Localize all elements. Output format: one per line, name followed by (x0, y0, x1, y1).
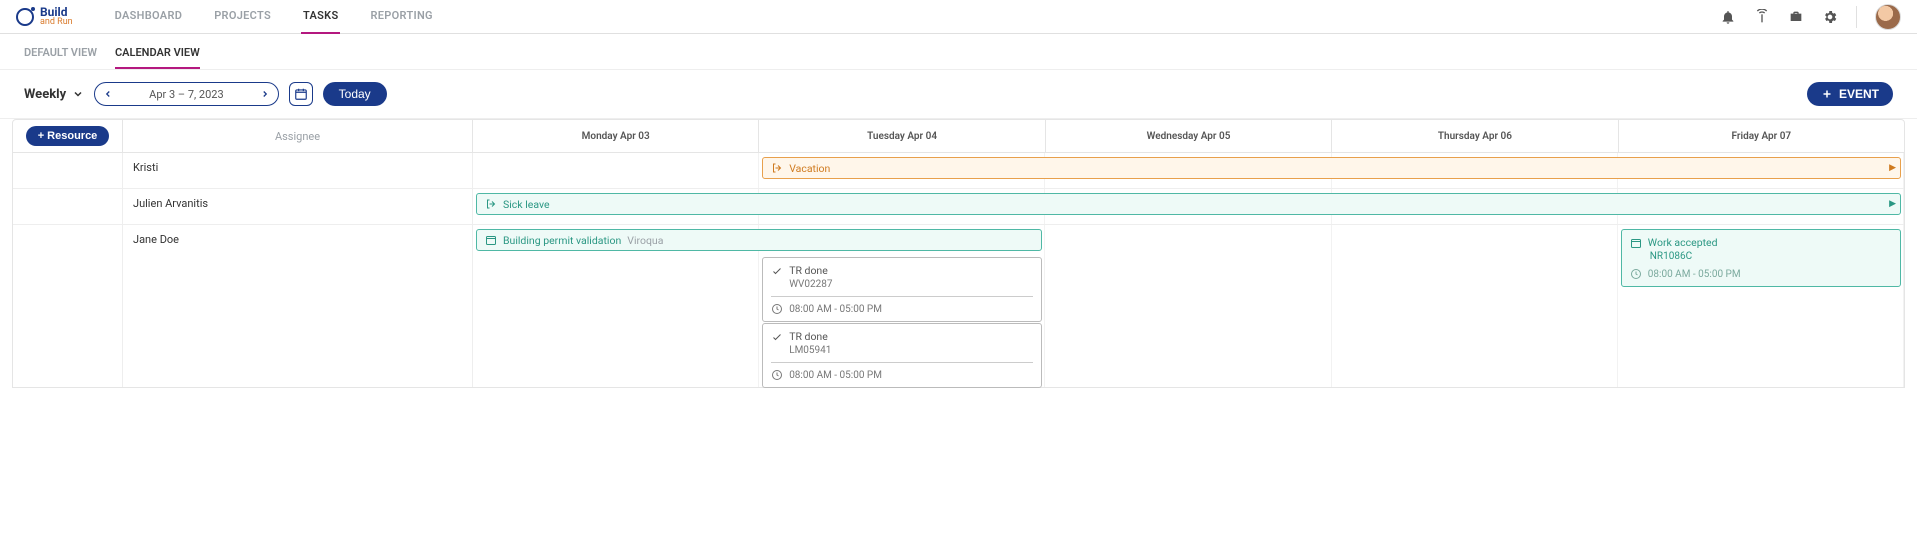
events-layer: Vacation ▶ (473, 153, 1904, 188)
briefcase-icon[interactable] (1788, 9, 1804, 25)
date-range-label: Apr 3 – 7, 2023 (121, 88, 251, 101)
calendar-picker-button[interactable] (289, 82, 313, 106)
nav-tasks[interactable]: TASKS (301, 0, 340, 34)
continue-arrow-icon: ▶ (1889, 199, 1896, 209)
calendar-header-row: + Resource Assignee Monday Apr 03Tuesday… (12, 119, 1905, 153)
assignee-cell: Kristi (123, 153, 473, 188)
gear-icon[interactable] (1822, 9, 1838, 25)
event-label: Sick leave (503, 198, 550, 211)
day-header: Thursday Apr 06 (1332, 120, 1618, 152)
exit-icon (485, 198, 497, 210)
calendar-small-icon (1630, 237, 1642, 249)
topbar-right (1720, 4, 1901, 30)
task-separator (771, 362, 1033, 363)
chevron-right-icon (260, 89, 270, 99)
antenna-icon[interactable] (1754, 9, 1770, 25)
events-layer: Building permit validation Viroqua TR don… (473, 225, 1904, 387)
add-event-label: EVENT (1839, 87, 1879, 101)
calendar-icon (294, 87, 308, 101)
nav-dashboard[interactable]: DASHBOARD (113, 0, 185, 34)
task-title: TR done (789, 264, 828, 277)
exit-icon (771, 162, 783, 174)
chevron-left-icon (103, 89, 113, 99)
subnav: DEFAULT VIEW CALENDAR VIEW (0, 34, 1917, 70)
add-event-button[interactable]: EVENT (1807, 82, 1893, 106)
events-layer: Sick leave ▶ (473, 189, 1904, 224)
day-header: Friday Apr 07 (1619, 120, 1904, 152)
subtab-default-view[interactable]: DEFAULT VIEW (24, 46, 97, 69)
user-avatar[interactable] (1875, 4, 1901, 30)
assignee-cell: Jane Doe (123, 225, 473, 387)
task-ref: LM05941 (771, 345, 1033, 356)
chevron-down-icon (72, 88, 84, 100)
calendar-row: Kristi Vacation ▶ (13, 153, 1904, 189)
topbar-divider (1856, 6, 1857, 28)
view-mode-dropdown[interactable]: Weekly (24, 87, 84, 102)
work-event[interactable]: Work accepted NR1086C 08:00 AM - 05:00 PM (1621, 229, 1901, 287)
day-header: Monday Apr 03 (473, 120, 759, 152)
logo-mark-icon (16, 8, 34, 26)
topbar: Build and Run DASHBOARD PROJECTS TASKS R… (0, 0, 1917, 34)
calendar-body: KristiVacation▶Julien ArvanitisSick leav… (12, 153, 1905, 388)
main-nav: DASHBOARD PROJECTS TASKS REPORTING (113, 0, 435, 34)
row-spacer (13, 153, 123, 188)
task-ref: WV02287 (771, 279, 1033, 290)
calendar-toolbar: Weekly Apr 3 – 7, 2023 Today EVENT (0, 70, 1917, 119)
task-separator (771, 296, 1033, 297)
day-headers: Monday Apr 03Tuesday Apr 04Wednesday Apr… (473, 120, 1904, 152)
next-range-button[interactable] (252, 83, 278, 105)
add-resource-button[interactable]: + Resource (26, 126, 110, 146)
bell-icon[interactable] (1720, 9, 1736, 25)
task-card[interactable]: TR done LM05941 08:00 AM - 05:00 PM (762, 323, 1042, 388)
nav-reporting[interactable]: REPORTING (368, 0, 434, 34)
timeline: Vacation ▶ (473, 153, 1904, 188)
plus-icon (1821, 88, 1833, 100)
event-time: 08:00 AM - 05:00 PM (1648, 269, 1741, 280)
timeline: Building permit validation Viroqua TR don… (473, 225, 1904, 387)
subtab-calendar-view[interactable]: CALENDAR VIEW (115, 46, 200, 69)
assignee-cell: Julien Arvanitis (123, 189, 473, 224)
brand-logo[interactable]: Build and Run (16, 6, 73, 27)
view-mode-label: Weekly (24, 87, 66, 102)
task-time: 08:00 AM - 05:00 PM (789, 304, 882, 315)
check-icon (771, 265, 783, 277)
today-button[interactable]: Today (323, 82, 387, 106)
timeline: Sick leave ▶ (473, 189, 1904, 224)
vacation-event[interactable]: Vacation ▶ (762, 157, 1901, 179)
row-spacer (13, 189, 123, 224)
day-header: Wednesday Apr 05 (1046, 120, 1332, 152)
nav-projects[interactable]: PROJECTS (212, 0, 273, 34)
task-title: TR done (789, 330, 828, 343)
clock-icon (1630, 268, 1642, 280)
date-range-nav: Apr 3 – 7, 2023 (94, 82, 278, 106)
event-sublabel: Viroqua (627, 234, 663, 247)
prev-range-button[interactable] (95, 83, 121, 105)
event-label: Vacation (789, 162, 830, 175)
event-label: Work accepted (1648, 236, 1718, 249)
event-ref: NR1086C (1630, 251, 1892, 262)
logo-line2: and Run (40, 18, 73, 27)
continue-arrow-icon: ▶ (1889, 163, 1896, 173)
assignee-header-cell: Assignee (123, 120, 473, 152)
sick-event[interactable]: Sick leave ▶ (476, 193, 1901, 215)
permit-event[interactable]: Building permit validation Viroqua (476, 229, 1042, 251)
resource-header-cell: + Resource (13, 120, 123, 152)
event-label: Building permit validation (503, 234, 621, 247)
task-card[interactable]: TR done WV02287 08:00 AM - 05:00 PM (762, 257, 1042, 322)
check-icon (771, 331, 783, 343)
row-spacer (13, 225, 123, 387)
calendar-small-icon (485, 234, 497, 246)
calendar-row: Jane DoeBuilding permit validation Viroq… (13, 225, 1904, 387)
task-time: 08:00 AM - 05:00 PM (789, 370, 882, 381)
clock-icon (771, 369, 783, 381)
calendar-grid: + Resource Assignee Monday Apr 03Tuesday… (0, 119, 1917, 408)
calendar-row: Julien Arvanitis Sick leave ▶ (13, 189, 1904, 225)
day-header: Tuesday Apr 04 (759, 120, 1045, 152)
clock-icon (771, 303, 783, 315)
logo-text: Build and Run (40, 6, 73, 27)
